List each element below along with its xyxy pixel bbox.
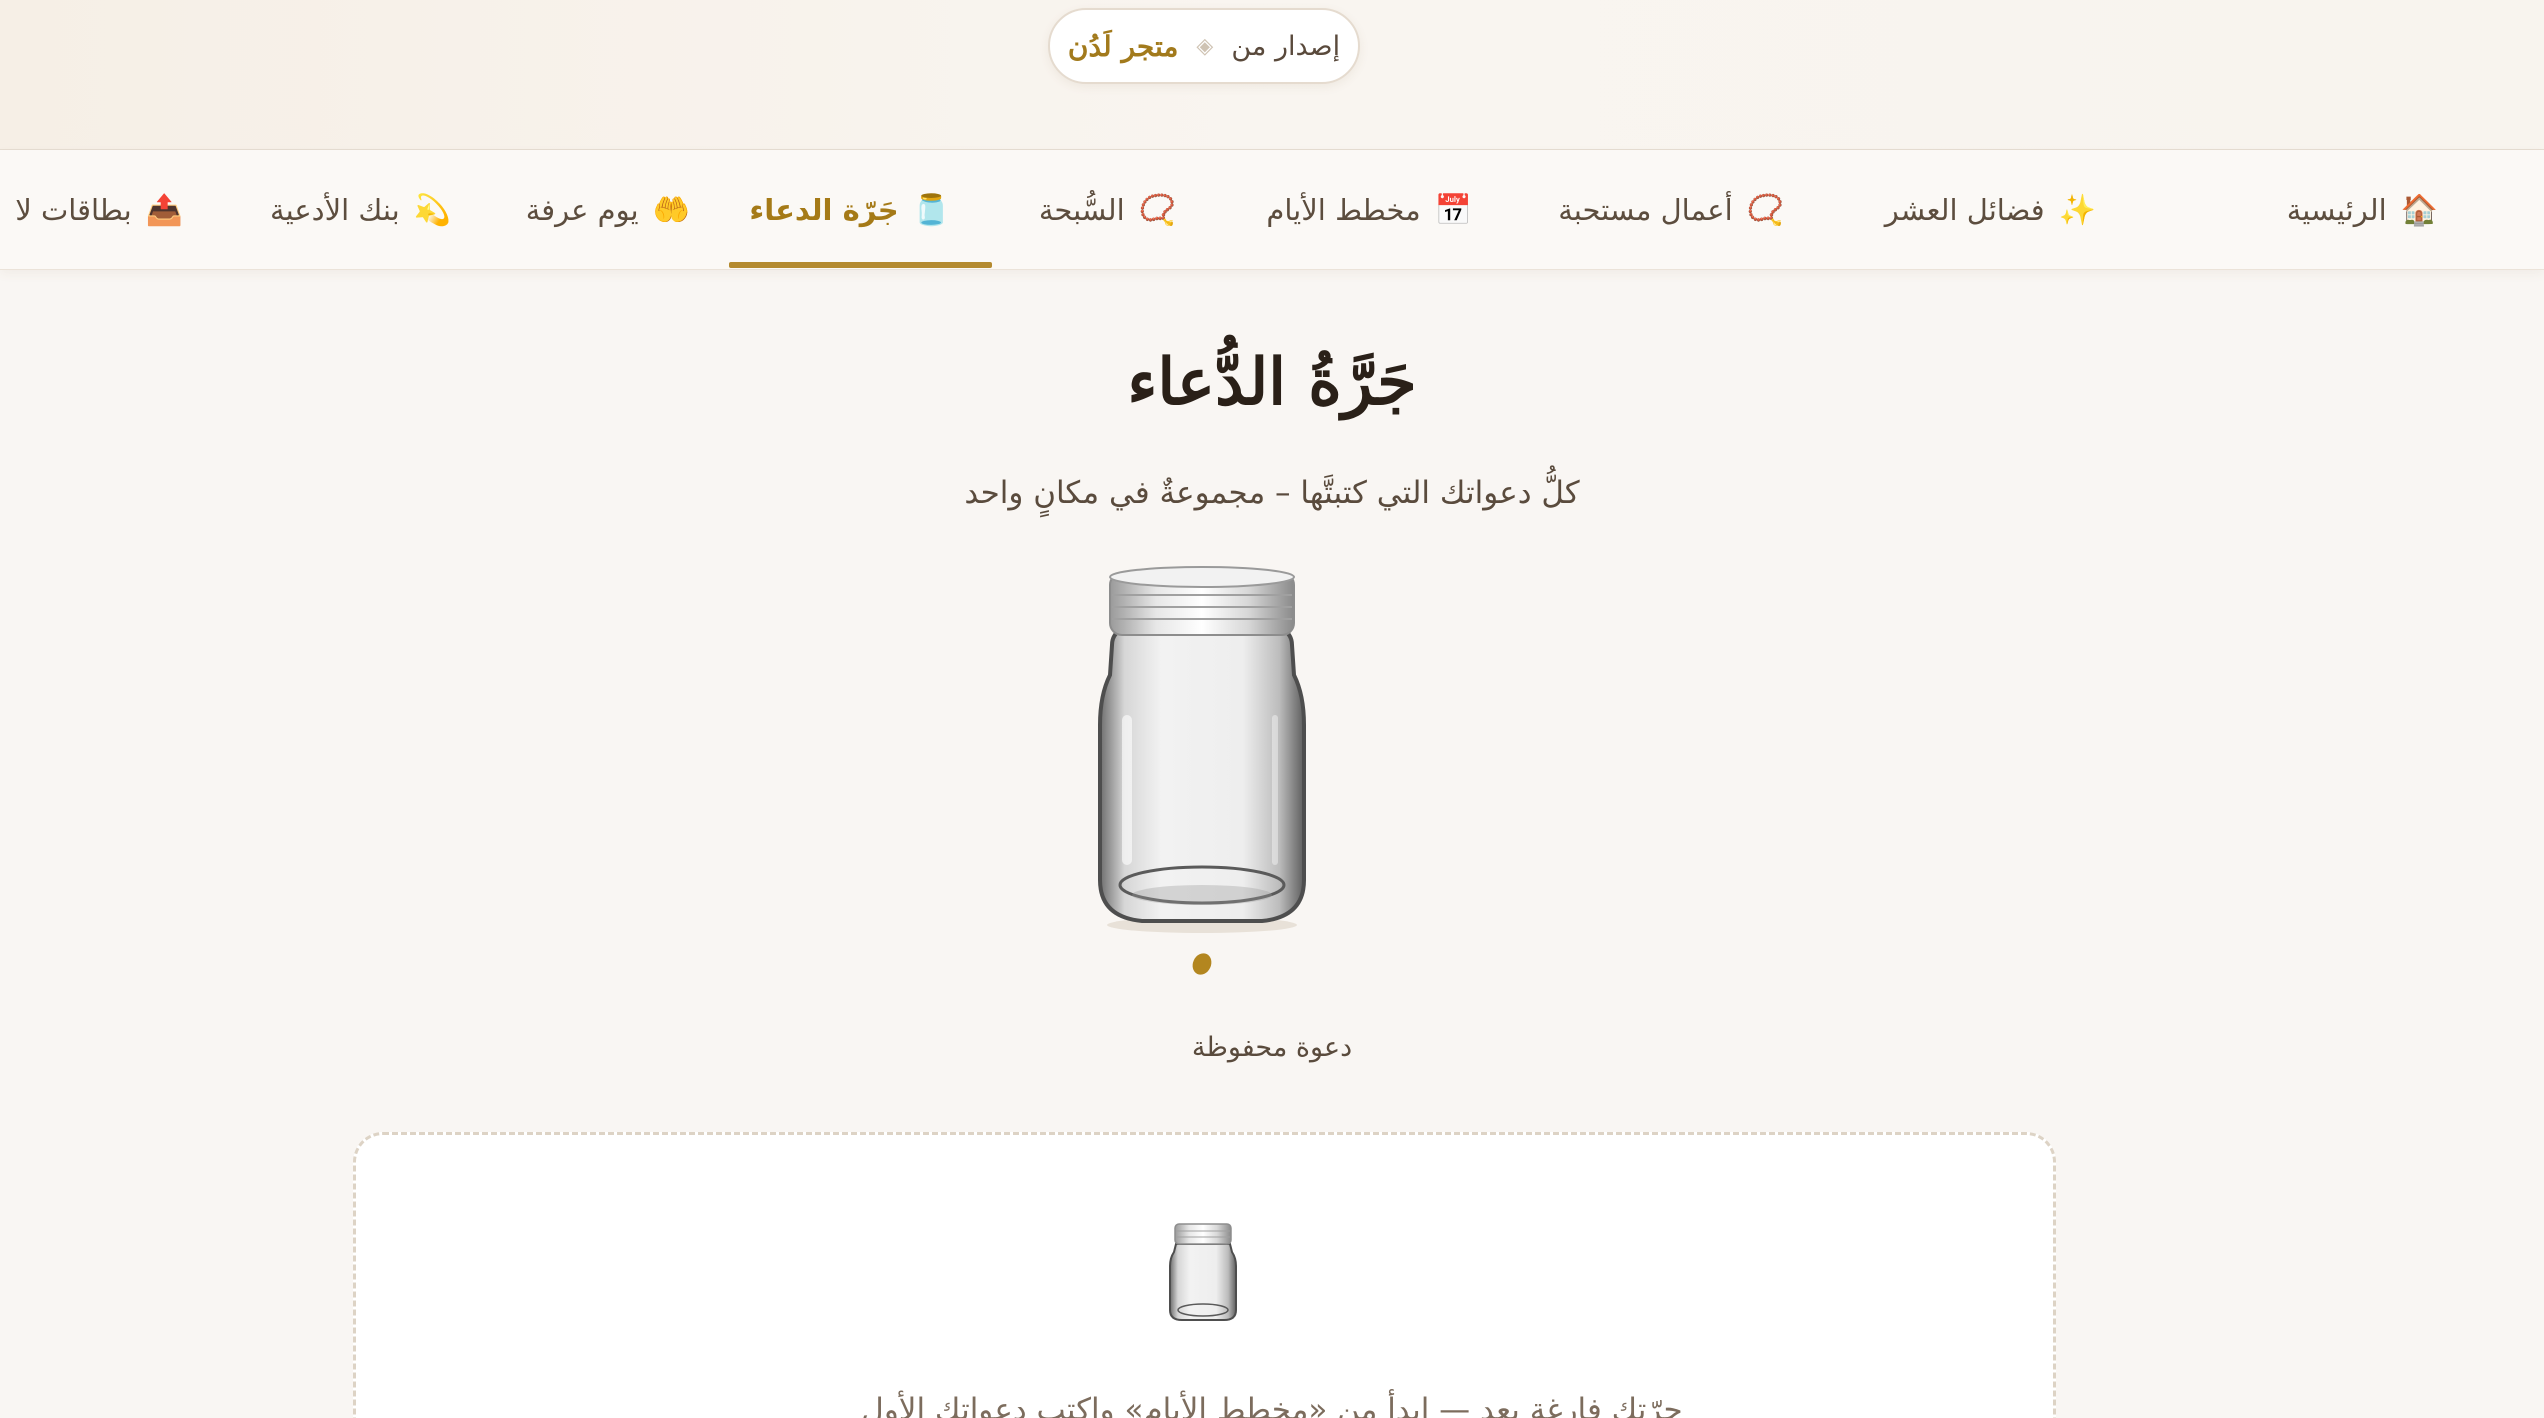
nav-item-dua-jar[interactable]: 🫙 جَرّة الدعاء [749,150,950,269]
saved-dua-count: دعوة محفوظة [1191,1032,1353,1063]
jar-icon [1082,565,1322,935]
release-prefix: إصدار من [1231,30,1341,62]
nav-label: جَرّة الدعاء [749,193,899,227]
nav-label: فضائل العشر [1884,193,2045,227]
jar-icon: 🫙 [912,192,950,228]
house-icon: 🏠 [2400,192,2438,228]
raised-hands-icon: 🤲 [652,192,690,228]
nav-label: بطاقات لا [15,193,132,227]
nav-item-tasbih[interactable]: 📿 السُّبحة [1038,150,1176,269]
empty-state-text: جرّتك فارغة بعد — ابدأ من «مخطط الأيام» … [861,1392,1683,1418]
top-banner: إصدار من ◈ متجر لَدُن [0,0,2544,150]
page-subtitle: كلُّ دعواتك التي كتبتَّها – مجموعةٌ في م… [964,475,1580,511]
nav-item-recommended-deeds[interactable]: 📿 أعمال مستحبة [1558,150,1784,269]
page-title: جَرَّةُ الدُّعاء [1127,345,1417,420]
nav-label: السُّبحة [1038,193,1125,227]
prayer-beads-icon: 📿 [1746,192,1784,228]
release-badge[interactable]: إصدار من ◈ متجر لَدُن [1048,8,1360,84]
nav-item-virtues[interactable]: ✨ فضائل العشر [1884,150,2096,269]
jar-icon [1166,1222,1240,1322]
nav-item-cards[interactable]: 📤 بطاقات لا [15,150,183,269]
nav-label: بنك الأدعية [270,193,400,227]
active-tab-indicator [729,262,992,268]
nav-item-home[interactable]: 🏠 الرئيسية [2286,150,2438,269]
nav-item-days-planner[interactable]: 📅 مخطط الأيام [1266,150,1472,269]
dizzy-star-icon: 💫 [413,192,451,228]
prayer-beads-icon: 📿 [1138,192,1176,228]
nav-label: يوم عرفة [525,193,639,227]
nav-item-arafah-day[interactable]: 🤲 يوم عرفة [525,150,690,269]
sparkles-icon: ✨ [2058,192,2096,228]
main-navigation: 🏠 الرئيسية ✨ فضائل العشر 📿 أعمال مستحبة … [0,150,2544,270]
nav-label: مخطط الأيام [1266,193,1421,227]
diamond-icon: ◈ [1196,33,1214,59]
outbox-tray-icon: 📤 [145,192,183,228]
nav-label: أعمال مستحبة [1558,193,1733,227]
calendar-icon: 📅 [1434,192,1472,228]
dua-drop-icon [1189,950,1215,978]
nav-label: الرئيسية [2286,193,2387,227]
nav-item-dua-bank[interactable]: 💫 بنك الأدعية [270,150,451,269]
store-name-link[interactable]: متجر لَدُن [1068,30,1179,63]
